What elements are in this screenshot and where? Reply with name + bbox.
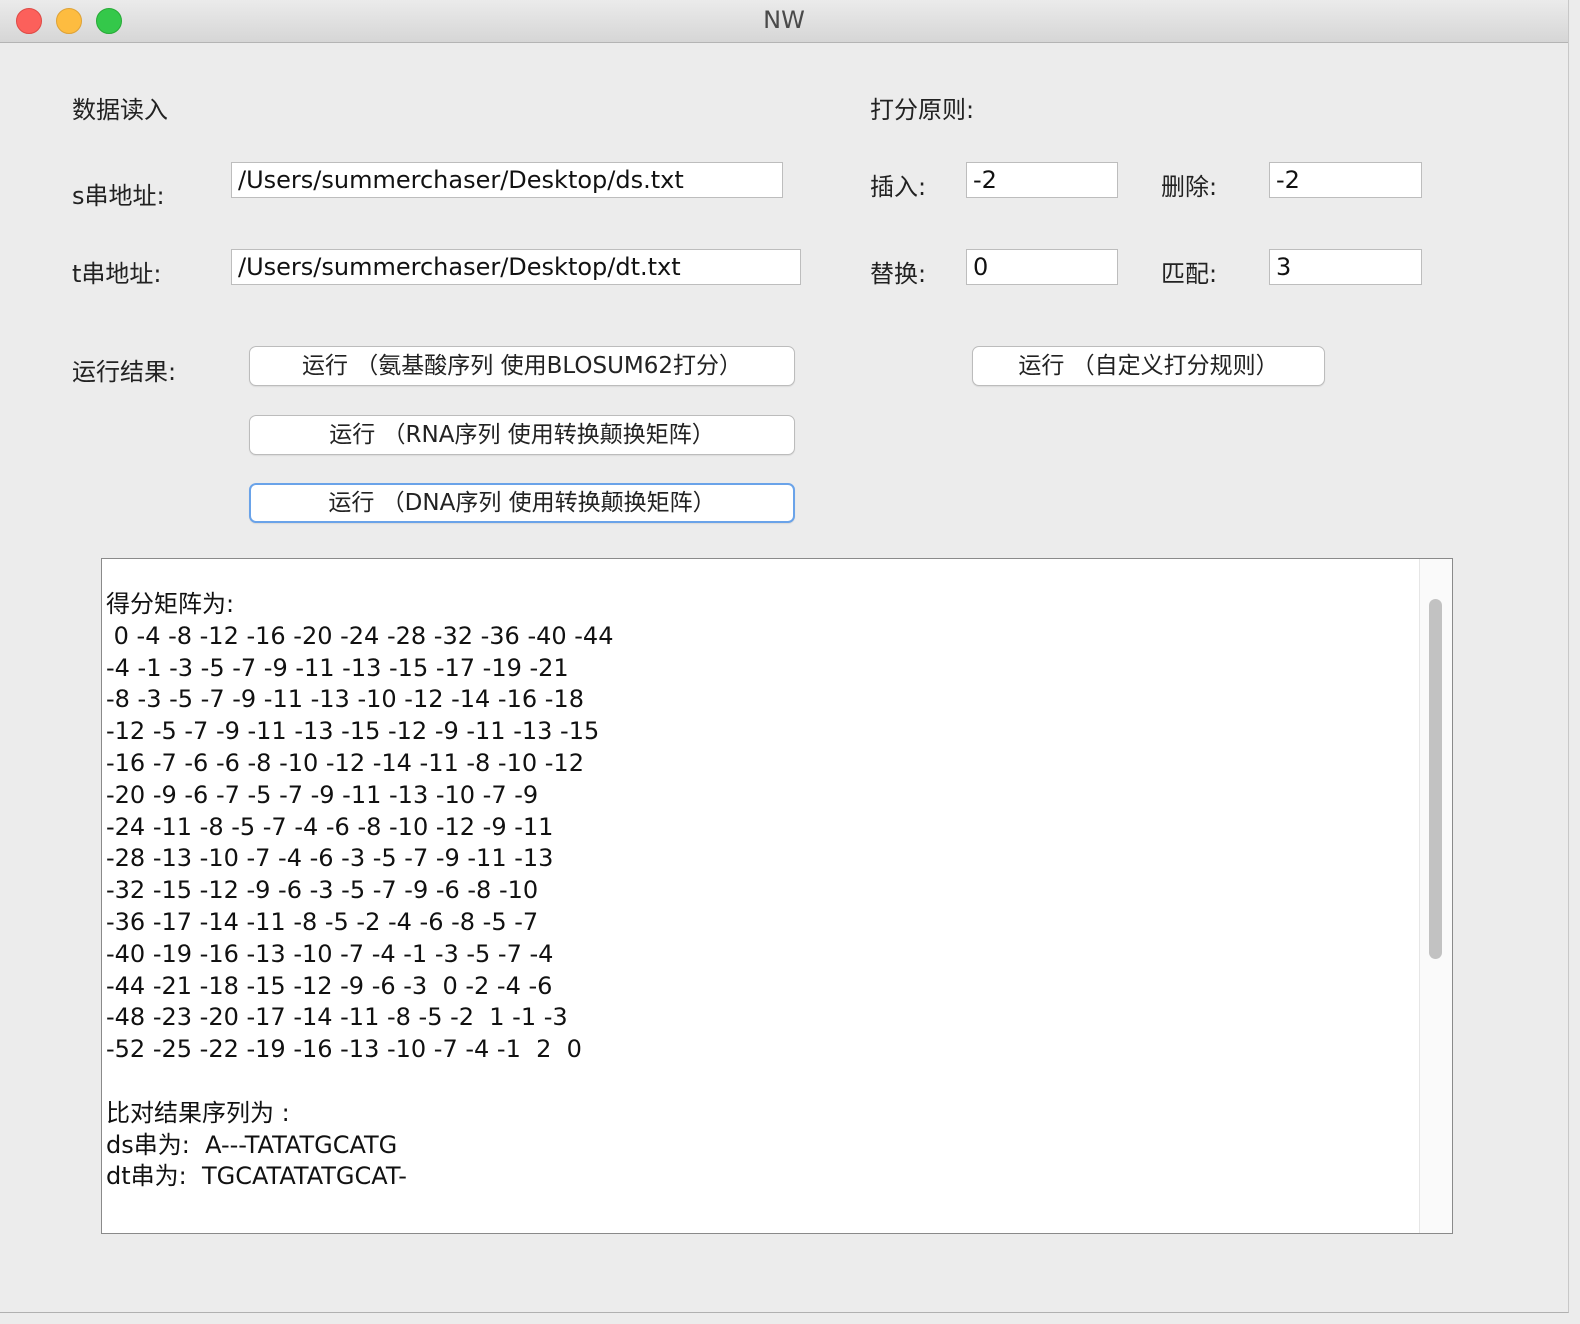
scoring-heading: 打分原则:: [870, 96, 975, 124]
scrollbar-thumb[interactable]: [1429, 599, 1442, 959]
window-title: NW: [763, 6, 805, 34]
replace-score-input[interactable]: [966, 249, 1118, 285]
result-textarea[interactable]: 得分矩阵为: 0 -4 -8 -12 -16 -20 -24 -28 -32 -…: [101, 558, 1453, 1234]
s-path-label: s串地址:: [72, 182, 165, 210]
result-text: 得分矩阵为: 0 -4 -8 -12 -16 -20 -24 -28 -32 -…: [106, 590, 614, 1191]
run-protein-blosum62-button[interactable]: 运行 （氨基酸序列 使用BLOSUM62打分）: [249, 346, 795, 386]
s-path-input[interactable]: [231, 162, 783, 198]
run-result-label: 运行结果:: [72, 358, 177, 386]
run-custom-scoring-button[interactable]: 运行 （自定义打分规则）: [972, 346, 1325, 386]
match-score-input[interactable]: [1269, 249, 1422, 285]
t-path-input[interactable]: [231, 249, 801, 285]
t-path-label: t串地址:: [72, 260, 162, 288]
run-dna-button[interactable]: 运行 （DNA序列 使用转换颠换矩阵）: [249, 483, 795, 523]
app-window: NW 数据读入 s串地址: t串地址: 打分原则: 插入: 删除: 替换: 匹配…: [0, 0, 1569, 1313]
run-rna-button[interactable]: 运行 （RNA序列 使用转换颠换矩阵）: [249, 415, 795, 455]
delete-score-input[interactable]: [1269, 162, 1422, 198]
replace-label: 替换:: [870, 260, 927, 288]
delete-label: 删除:: [1161, 173, 1218, 201]
insert-score-input[interactable]: [966, 162, 1118, 198]
insert-label: 插入:: [870, 173, 927, 201]
match-label: 匹配:: [1161, 260, 1218, 288]
vertical-scrollbar[interactable]: [1419, 559, 1452, 1233]
title-bar: NW: [0, 0, 1568, 43]
data-input-heading: 数据读入: [72, 96, 168, 124]
